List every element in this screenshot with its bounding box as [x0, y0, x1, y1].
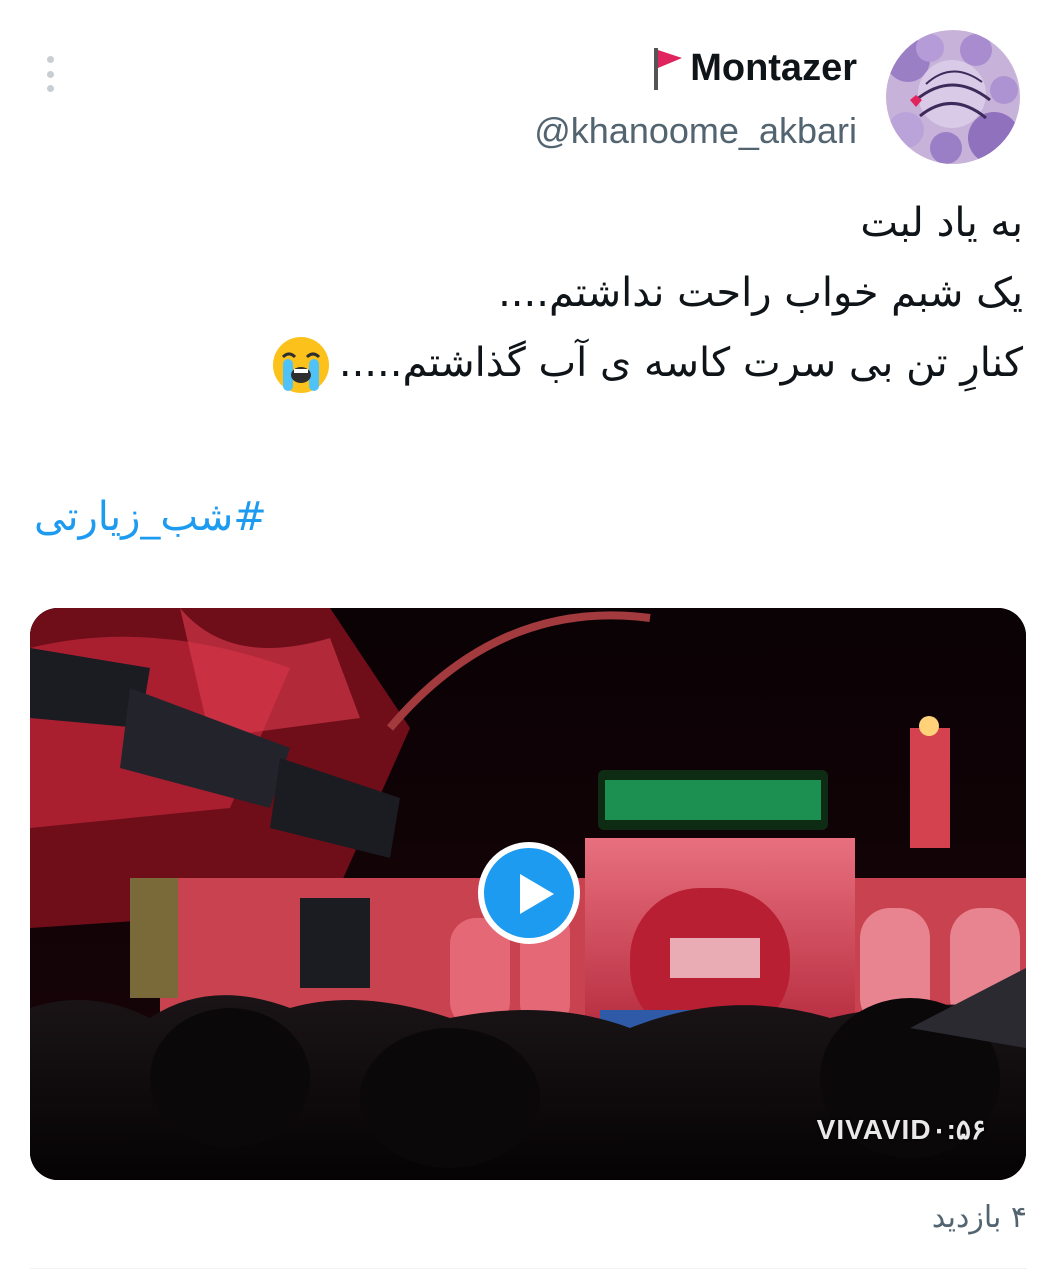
divider [30, 1268, 1027, 1269]
tweet-line: یک شبم خواب راحت نداشتم.... [498, 270, 1023, 316]
user-handle[interactable]: @khanoome_akbari [534, 110, 857, 152]
video-player[interactable]: VIVAVID۰:۵۶ [30, 608, 1026, 1180]
triangular-flag-icon [650, 44, 684, 92]
tweet-text: به یاد لبت یک شبم خواب راحت نداشتم.... ک… [63, 188, 1023, 398]
video-duration: ۰:۵۶ [931, 1114, 986, 1145]
author-name-row[interactable]: Montazer [650, 44, 857, 92]
dot [46, 85, 54, 92]
dot [46, 56, 54, 63]
tweet-line: به یاد لبت [860, 200, 1023, 246]
view-count: ۴ بازدید [931, 1200, 1027, 1235]
more-options-icon[interactable] [38, 56, 62, 92]
tweet-line-with-emoji: کنارِ تن بی سرت کاسه ی آب گذاشتم..... [63, 328, 1023, 398]
display-name: Montazer [690, 46, 857, 89]
hashtag-link[interactable]: #شب_زیارتی [34, 494, 267, 540]
avatar[interactable] [886, 30, 1020, 164]
play-icon[interactable] [478, 842, 580, 944]
loudly-crying-face-icon [269, 333, 333, 397]
video-watermark: VIVAVID۰:۵۶ [817, 1113, 986, 1146]
tweet-line: کنارِ تن بی سرت کاسه ی آب گذاشتم..... [338, 340, 1023, 386]
dot [46, 70, 54, 78]
lilac-flowers-avatar [886, 30, 1020, 164]
watermark-text: VIVAVID [816, 1114, 932, 1145]
